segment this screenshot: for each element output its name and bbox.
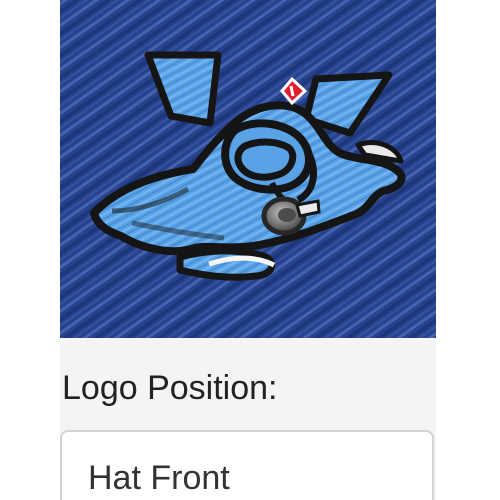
- right-gutter: [436, 0, 500, 500]
- logo-position-select[interactable]: Hat Front: [60, 430, 434, 500]
- logo-position-label: Logo Position:: [62, 369, 278, 407]
- logo-position-option: Logo Position: Hat Front: [60, 338, 436, 500]
- logo-position-selected-value: Hat Front: [88, 459, 230, 497]
- embroidered-logo-image: [60, 0, 436, 338]
- left-gutter: [0, 0, 60, 500]
- product-option-view: Logo Position: Hat Front: [0, 0, 500, 500]
- product-image[interactable]: [60, 0, 436, 338]
